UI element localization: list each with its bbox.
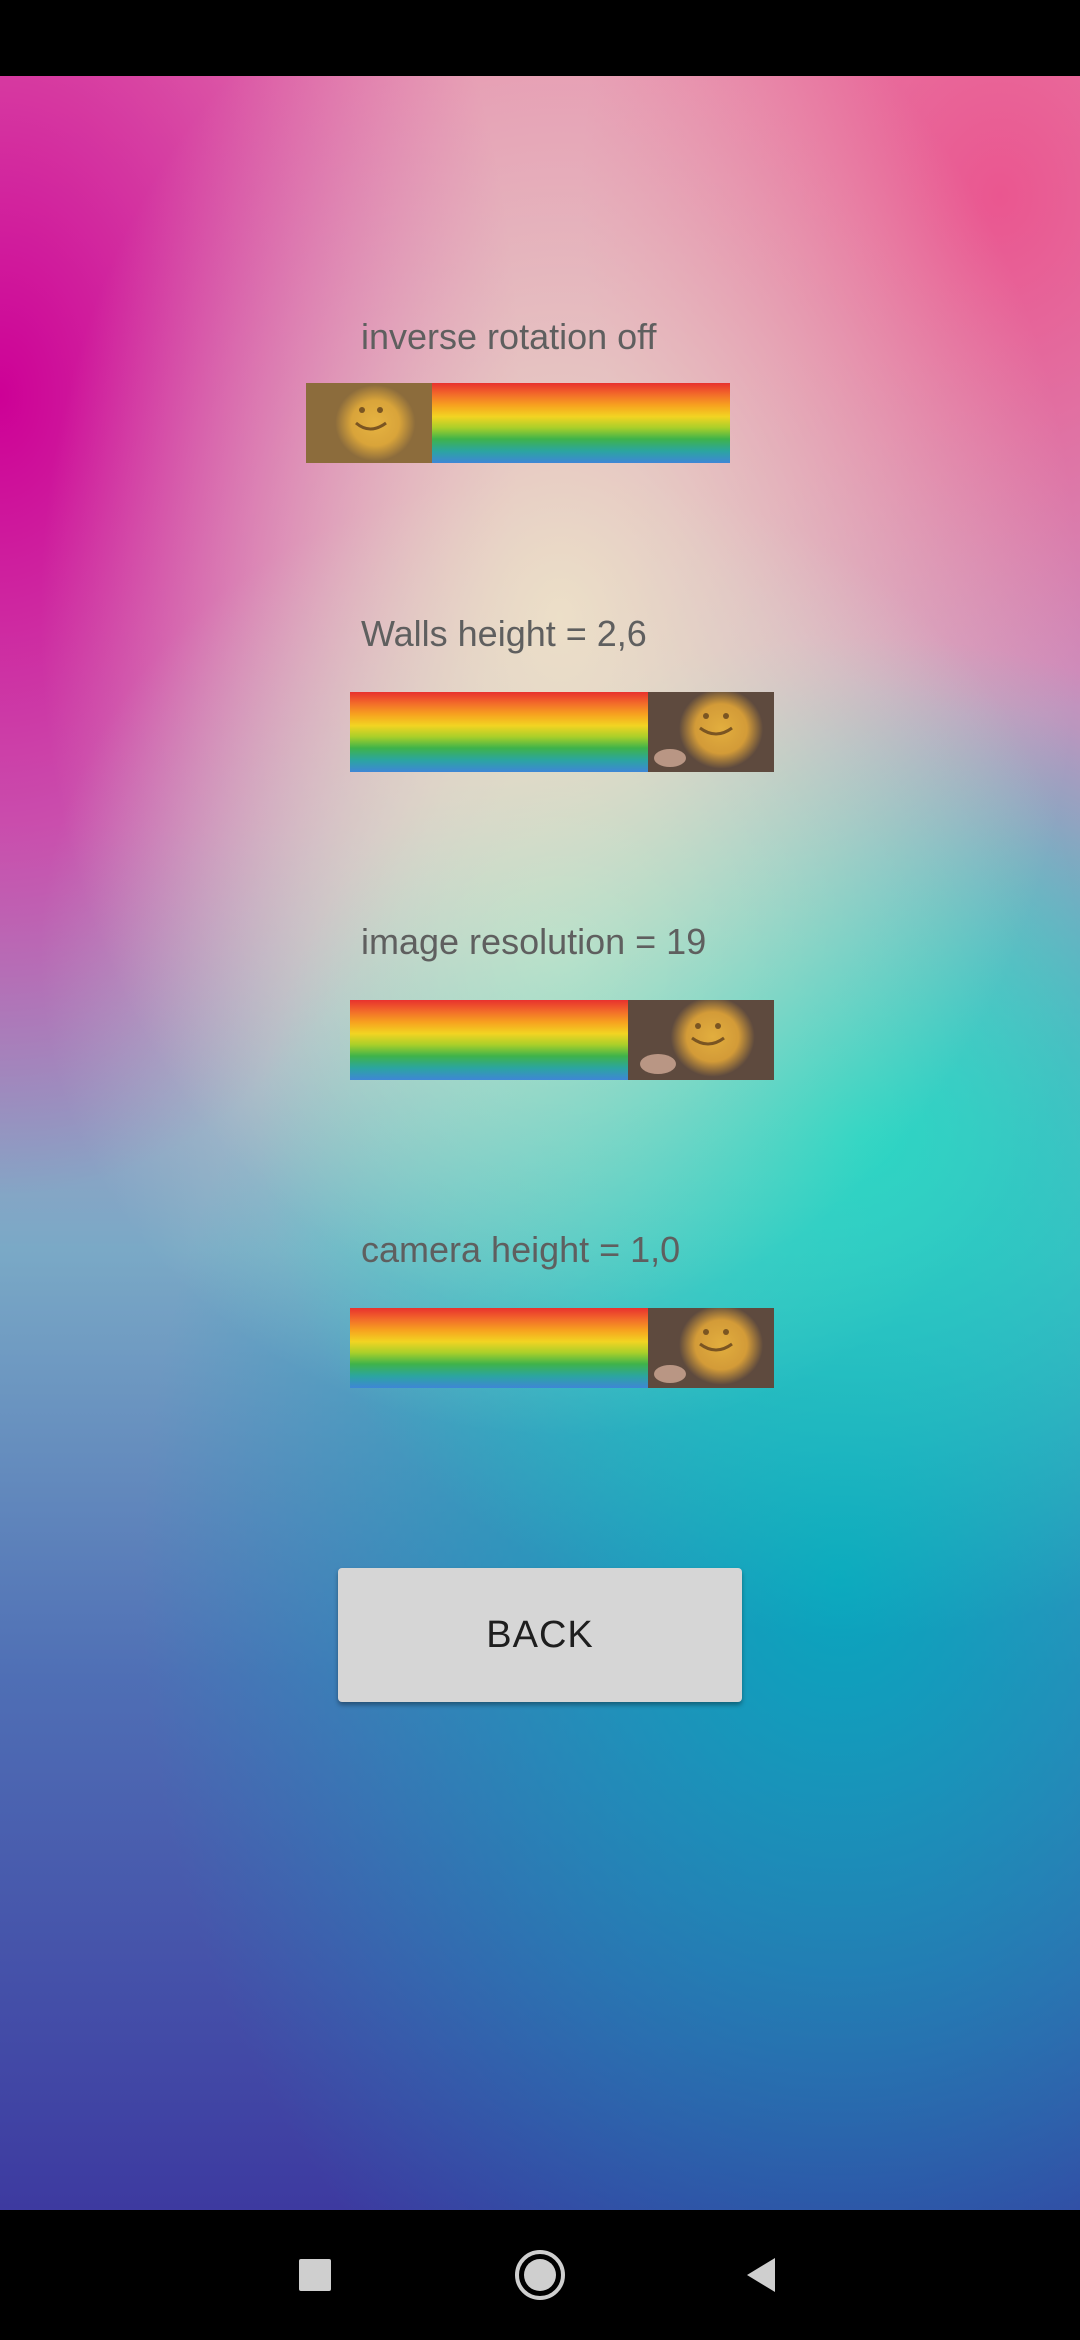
slider-thumb[interactable]: [306, 383, 432, 463]
back-nav-button[interactable]: [724, 2238, 798, 2312]
navigation-bar: [0, 2210, 1080, 2340]
walls-height-slider[interactable]: [350, 692, 774, 772]
slider-track: [350, 1000, 628, 1080]
slider-thumb[interactable]: [648, 692, 774, 772]
settings-screen: inverse rotation off Walls height = 2,6 …: [0, 76, 1080, 2210]
slider-track: [350, 1308, 648, 1388]
back-button[interactable]: BACK: [338, 1568, 742, 1702]
smiley-thumb-icon: [654, 1329, 733, 1383]
smiley-thumb-icon: [355, 407, 387, 431]
status-bar: [0, 0, 1080, 76]
square-icon: [299, 2259, 331, 2291]
slider-thumb[interactable]: [648, 1308, 774, 1388]
home-button[interactable]: [503, 2238, 577, 2312]
smiley-thumb-icon: [654, 713, 733, 767]
slider-track: [350, 692, 648, 772]
image-resolution-slider[interactable]: [350, 1000, 774, 1080]
setting-label-image-resolution: image resolution = 19: [361, 921, 707, 962]
slider-track: [432, 383, 730, 463]
smiley-thumb-icon: [640, 1023, 725, 1074]
circle-icon: [515, 2250, 565, 2300]
setting-label-camera-height: camera height = 1,0: [361, 1229, 681, 1270]
camera-height-slider[interactable]: [350, 1308, 774, 1388]
setting-label-inverse-rotation: inverse rotation off: [361, 316, 657, 357]
setting-label-walls-height: Walls height = 2,6: [361, 613, 647, 654]
inverse-rotation-slider[interactable]: [306, 383, 730, 463]
slider-thumb[interactable]: [628, 1000, 774, 1080]
recents-button[interactable]: [278, 2238, 352, 2312]
triangle-back-icon: [747, 2258, 775, 2292]
